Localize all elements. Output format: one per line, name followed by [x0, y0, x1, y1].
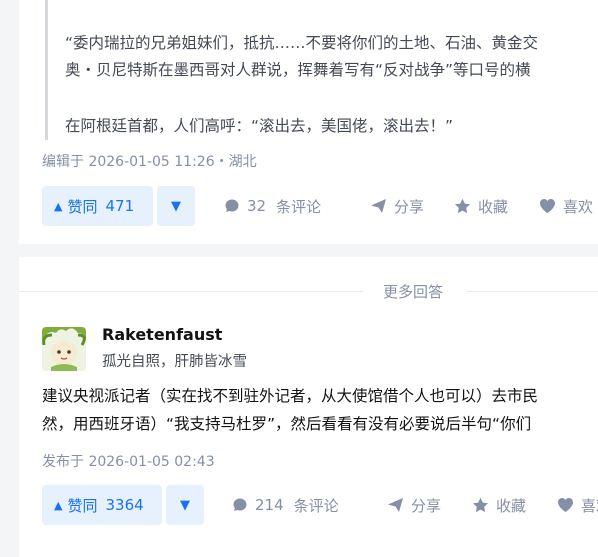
divider-line	[467, 291, 598, 292]
upvote-count: 471	[105, 197, 135, 215]
share-label: 分享	[411, 496, 442, 515]
downvote-button[interactable]: ▼	[157, 186, 195, 226]
publish-timestamp[interactable]: 发布于 2026-01-05 02:43	[42, 451, 215, 471]
more-answers-divider: 更多回答	[19, 279, 598, 303]
action-bar: ▲ 赞同 3364 ▼ 214 条评论 分享 收藏 喜	[42, 485, 598, 525]
quote-line: “委内瑞拉的兄弟姐妹们，抵抗……不要将你们的土地、石油、黄金交	[65, 34, 539, 52]
star-icon	[455, 198, 470, 214]
avatar[interactable]	[42, 327, 86, 371]
like-button[interactable]: 喜欢	[557, 485, 598, 525]
like-label: 喜欢	[581, 496, 598, 515]
answer-card: “委内瑞拉的兄弟姐妹们，抵抗……不要将你们的土地、石油、黄金交 奥・贝尼特斯在墨…	[19, 0, 598, 244]
triangle-up-icon: ▲	[54, 498, 63, 512]
author-name[interactable]: Raketenfaust	[102, 325, 222, 344]
answer-card: 更多回答 Raketenfaust 孤光自照，肝肺皆冰雪 建议央视派记者（实在找…	[19, 257, 598, 557]
heart-icon	[558, 498, 573, 512]
collect-button[interactable]: 收藏	[472, 485, 526, 525]
upvote-label: 赞同	[67, 496, 98, 515]
comment-icon	[225, 199, 239, 212]
triangle-down-icon: ▼	[180, 497, 190, 513]
divider-line	[19, 291, 363, 292]
comments-count: 32	[247, 197, 267, 215]
triangle-down-icon: ▼	[171, 198, 181, 214]
collect-label: 收藏	[478, 197, 509, 216]
share-label: 分享	[394, 197, 425, 216]
comments-button[interactable]: 214 条评论	[232, 485, 339, 525]
answer-text-line: 建议央视派记者（实在找不到驻外记者，从大使馆借个人也可以）去市民	[42, 387, 539, 405]
downvote-button[interactable]: ▼	[166, 485, 204, 525]
collect-button[interactable]: 收藏	[454, 186, 508, 226]
comments-count: 214	[255, 496, 284, 514]
avatar-image	[42, 327, 86, 371]
share-button[interactable]: 分享	[387, 485, 441, 525]
triangle-up-icon: ▲	[54, 199, 63, 213]
upvote-button[interactable]: ▲ 赞同 471	[42, 186, 153, 226]
quote-line: 奥・贝尼特斯在墨西哥对人群说，挥舞着写有“反对战争”等口号的横	[65, 61, 531, 79]
more-answers-label: 更多回答	[382, 283, 443, 301]
collect-label: 收藏	[496, 496, 527, 515]
share-icon	[388, 498, 403, 512]
action-bar: ▲ 赞同 471 ▼ 32 条评论 分享 收藏 喜欢	[42, 186, 598, 226]
answer-text-line: 然，用西班牙语）“我支持马杜罗”，然后看看有没有必要说后半句“你们	[42, 415, 532, 433]
blockquote: “委内瑞拉的兄弟姐妹们，抵抗……不要将你们的土地、石油、黄金交 奥・贝尼特斯在墨…	[45, 0, 598, 140]
like-button[interactable]: 喜欢	[539, 186, 593, 226]
quote-line: 在阿根廷首都，人们高呼：“滚出去，美国佬，滚出去！”	[65, 117, 454, 135]
author-bio: 孤光自照，肝肺皆冰雪	[102, 354, 247, 370]
upvote-count: 3364	[105, 496, 144, 514]
upvote-label: 赞同	[67, 197, 98, 216]
heart-icon	[540, 199, 555, 213]
share-button[interactable]: 分享	[370, 186, 424, 226]
comment-icon	[233, 498, 247, 511]
upvote-button[interactable]: ▲ 赞同 3364	[42, 485, 162, 525]
comments-label: 条评论	[276, 197, 322, 216]
comments-label: 条评论	[293, 496, 339, 515]
comments-button[interactable]: 32 条评论	[224, 186, 321, 226]
share-icon	[371, 199, 386, 213]
like-label: 喜欢	[563, 197, 594, 216]
star-icon	[473, 497, 488, 513]
edit-timestamp[interactable]: 编辑于 2026-01-05 11:26・湖北	[42, 151, 257, 171]
